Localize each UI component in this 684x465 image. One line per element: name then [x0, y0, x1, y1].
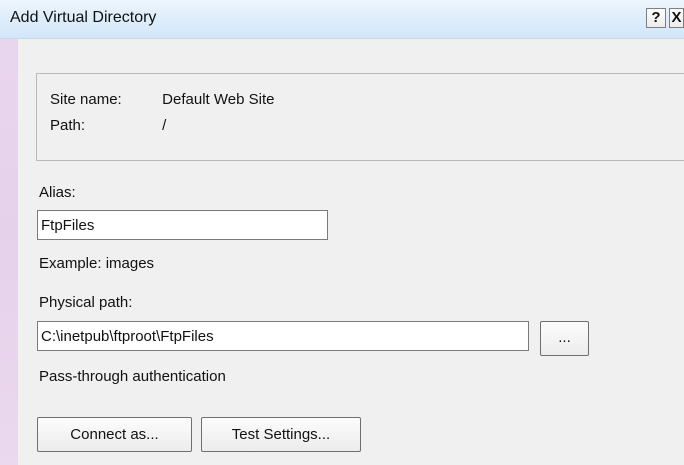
help-icon: ? [651, 9, 661, 26]
window-title: Add Virtual Directory [10, 9, 157, 26]
close-button[interactable]: X [669, 8, 684, 28]
connect-as-button[interactable]: Connect as... [37, 417, 192, 452]
close-icon: X [671, 9, 682, 26]
site-path-value: / [162, 117, 167, 134]
test-settings-button[interactable]: Test Settings... [201, 417, 361, 452]
physical-path-label: Physical path: [39, 294, 133, 311]
site-path-row: Path: / [50, 117, 166, 134]
physical-path-input[interactable]: C:\inetpub\ftproot\FtpFiles [37, 321, 529, 351]
authentication-status-text: Pass-through authentication [39, 368, 226, 385]
site-name-row: Site name: Default Web Site [50, 91, 274, 108]
add-virtual-directory-window: Add Virtual Directory ? X Site name: Def… [0, 0, 684, 465]
site-path-label: Path: [50, 117, 86, 134]
alias-example-text: Example: images [39, 255, 155, 272]
dialog-content: Site name: Default Web Site Path: / Alia… [18, 39, 684, 465]
site-info-group: Site name: Default Web Site Path: / [36, 73, 684, 161]
site-name-label: Site name: [50, 91, 122, 108]
title-bar: Add Virtual Directory ? X [0, 0, 684, 39]
alias-label: Alias: [39, 184, 76, 201]
alias-input[interactable]: FtpFiles [37, 210, 328, 240]
window-left-glass-border [0, 0, 18, 465]
browse-physical-path-button[interactable]: ... [540, 321, 589, 356]
site-name-value: Default Web Site [162, 91, 275, 108]
help-button[interactable]: ? [646, 8, 666, 28]
